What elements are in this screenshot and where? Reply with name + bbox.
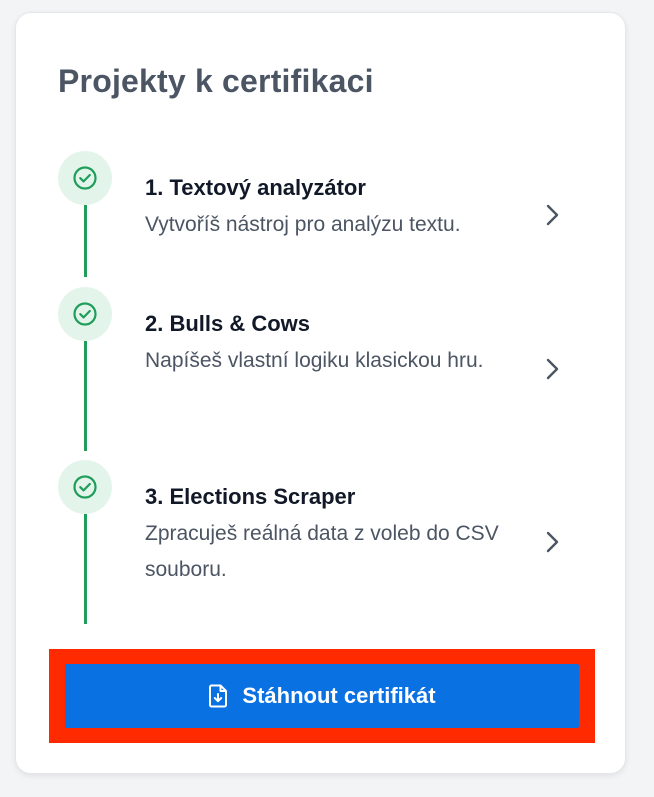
project-step-2[interactable]: 2. Bulls & Cows Napíšeš vlastní logiku k…	[16, 287, 627, 467]
file-download-icon	[208, 684, 228, 708]
step-title: 2. Bulls & Cows	[145, 311, 311, 336]
progress-line	[84, 205, 87, 277]
project-step-1[interactable]: 1. Textový analyzátor Vytvoříš nástroj p…	[16, 151, 627, 291]
check-circle-icon	[58, 287, 112, 341]
highlight-frame: Stáhnout certifikát	[49, 649, 595, 743]
download-certificate-button[interactable]: Stáhnout certifikát	[65, 664, 579, 728]
check-circle-icon	[58, 151, 112, 205]
project-step-3[interactable]: 3. Elections Scraper Zpracuješ reálná da…	[16, 460, 627, 640]
progress-line	[84, 514, 87, 624]
card-title: Projekty k certifikaci	[58, 63, 374, 99]
download-button-label: Stáhnout certifikát	[242, 683, 436, 708]
step-title: 3. Elections Scraper	[145, 484, 356, 509]
chevron-right-icon[interactable]	[540, 203, 564, 227]
certification-projects-card: Projekty k certifikaci 1. Textový analyz…	[15, 12, 626, 774]
check-circle-icon	[58, 460, 112, 514]
step-description: Vytvoříš nástroj pro analýzu textu.	[145, 213, 461, 236]
step-description: Napíšeš vlastní logiku klasickou hru.	[145, 349, 484, 372]
chevron-right-icon[interactable]	[540, 357, 564, 381]
progress-line	[84, 341, 87, 451]
chevron-right-icon[interactable]	[540, 530, 564, 554]
step-description: Zpracuješ reálná data z voleb do CSV sou…	[145, 522, 499, 581]
step-title: 1. Textový analyzátor	[145, 175, 366, 200]
